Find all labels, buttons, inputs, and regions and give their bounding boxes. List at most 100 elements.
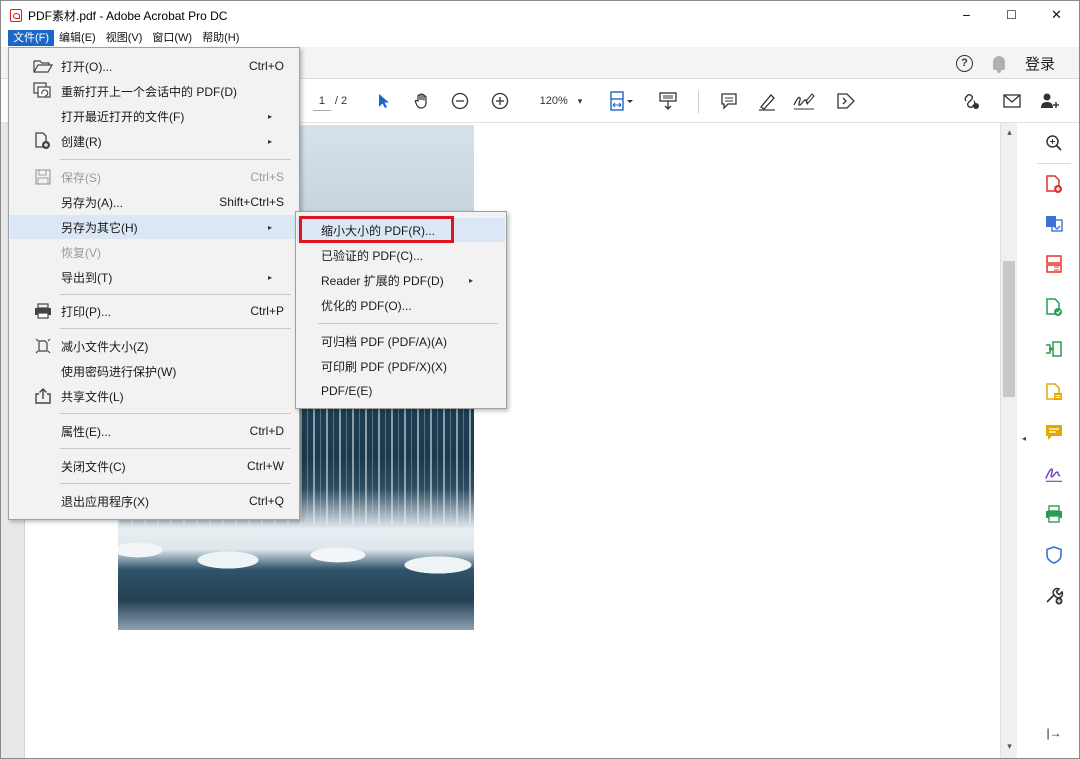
- close-button[interactable]: ✕: [1034, 1, 1079, 29]
- scrollbar-thumb[interactable]: [1003, 261, 1015, 397]
- acrobat-app-icon: [10, 8, 22, 22]
- zoom-search-icon[interactable]: [1044, 133, 1064, 153]
- window-controls: − ☐ ✕: [944, 1, 1079, 29]
- snow-texture: [118, 530, 474, 590]
- select-tool-icon[interactable]: [373, 79, 395, 123]
- toolbar-separator: [698, 91, 699, 113]
- scroll-down-icon[interactable]: ▾: [1001, 741, 1018, 755]
- minimize-button[interactable]: −: [944, 1, 989, 29]
- submenu-reader-extended-pdf[interactable]: Reader 扩展的 PDF(D) ▸: [297, 268, 505, 292]
- comment-tool-icon[interactable]: [1044, 422, 1064, 442]
- menu-bar: 文件(F) 编辑(E) 视图(V) 窗口(W) 帮助(H): [1, 29, 1079, 47]
- compress-icon: [33, 337, 53, 355]
- menu-revert[interactable]: 恢复(V): [10, 240, 298, 264]
- save-disk-icon: [33, 168, 53, 186]
- menu-save-as[interactable]: 另存为(A)... Shift+Ctrl+S: [10, 190, 298, 214]
- zoom-out-icon[interactable]: [449, 79, 471, 123]
- submenu-certified-pdf[interactable]: 已验证的 PDF(C)...: [297, 243, 505, 267]
- submenu-archivable-pdf[interactable]: 可归档 PDF (PDF/A)(A): [297, 329, 505, 353]
- current-page-input[interactable]: 1: [312, 91, 331, 111]
- submenu-optimized-pdf[interactable]: 优化的 PDF(O)...: [297, 293, 505, 317]
- zoom-level-value: 120%: [539, 95, 568, 107]
- submenu-pdf-e[interactable]: PDF/E(E): [297, 379, 505, 403]
- submenu-arrow-icon: ▸: [267, 272, 272, 282]
- edit-pdf-icon[interactable]: [1044, 297, 1064, 317]
- organize-pages-icon[interactable]: [1044, 254, 1064, 274]
- menu-separator: [60, 159, 291, 160]
- hand-tool-icon[interactable]: [411, 79, 433, 123]
- menu-separator: [60, 483, 291, 484]
- link-icon[interactable]: [957, 79, 983, 123]
- zoom-level-dropdown[interactable]: 120% ▾: [531, 79, 591, 123]
- folder-open-icon: [33, 57, 53, 75]
- menu-password-protect[interactable]: 使用密码进行保护(W): [10, 359, 298, 383]
- highlight-pen-icon[interactable]: [755, 79, 779, 123]
- menu-file[interactable]: 文件(F): [8, 30, 55, 46]
- menu-window[interactable]: 窗口(W): [147, 30, 197, 46]
- vertical-scrollbar[interactable]: ▴ ▾: [1000, 123, 1018, 758]
- menu-save-as-other[interactable]: 另存为其它(H) ▸: [10, 215, 298, 239]
- combine-files-icon[interactable]: [1044, 339, 1064, 359]
- maximize-button[interactable]: ☐: [989, 1, 1034, 29]
- menu-close-file[interactable]: 关闭文件(C) Ctrl+W: [10, 454, 298, 478]
- submenu-arrow-icon: ▸: [267, 222, 272, 232]
- title-bar: PDF素材.pdf - Adobe Acrobat Pro DC − ☐ ✕: [1, 1, 1079, 29]
- scroll-up-icon[interactable]: ▴: [1001, 127, 1018, 141]
- email-icon[interactable]: [999, 79, 1025, 123]
- print-production-icon[interactable]: [1044, 504, 1064, 524]
- menu-view[interactable]: 视图(V): [101, 30, 148, 46]
- menu-edit[interactable]: 编辑(E): [54, 30, 101, 46]
- submenu-printable-pdf[interactable]: 可印刷 PDF (PDF/X)(X): [297, 354, 505, 378]
- comment-icon[interactable]: [717, 79, 741, 123]
- notification-bell-icon[interactable]: [992, 56, 1005, 73]
- chevron-down-icon: ▾: [577, 95, 583, 106]
- submenu-reduced-size-pdf[interactable]: 缩小大小的 PDF(R)...: [297, 218, 505, 242]
- collapse-panel-icon[interactable]: ◂: [1017, 429, 1031, 447]
- login-link[interactable]: 登录: [1025, 53, 1055, 74]
- menu-help[interactable]: 帮助(H): [197, 30, 244, 46]
- submenu-arrow-icon: ▸: [267, 111, 272, 121]
- menu-separator: [60, 413, 291, 414]
- menu-reduce-file-size[interactable]: 减小文件大小(Z): [10, 334, 298, 358]
- reopen-session-icon: [33, 82, 53, 100]
- menu-save[interactable]: 保存(S) Ctrl+S: [10, 165, 298, 189]
- page-number-box: 1 / 2: [306, 79, 354, 123]
- more-tools-icon[interactable]: [1044, 586, 1064, 606]
- menu-reopen-session[interactable]: 重新打开上一个会话中的 PDF(D): [10, 79, 298, 103]
- create-pdf-small-icon: [33, 132, 53, 150]
- printer-icon: [33, 302, 53, 320]
- menu-properties[interactable]: 属性(E)... Ctrl+D: [10, 419, 298, 443]
- menu-print[interactable]: 打印(P)... Ctrl+P: [10, 299, 298, 323]
- share-upload-icon: [33, 387, 53, 405]
- request-signature-icon[interactable]: [1044, 464, 1064, 484]
- collapse-right-panel-icon[interactable]: |→: [1044, 723, 1064, 743]
- menu-open[interactable]: 打开(O)... Ctrl+O: [10, 54, 298, 78]
- save-as-other-submenu: 缩小大小的 PDF(R)... 已验证的 PDF(C)... Reader 扩展…: [295, 211, 507, 409]
- menu-separator: [60, 448, 291, 449]
- menu-separator: [60, 294, 291, 295]
- zoom-in-icon[interactable]: [489, 79, 511, 123]
- total-pages: / 2: [334, 95, 348, 107]
- export-pdf-icon[interactable]: [1044, 214, 1064, 234]
- submenu-arrow-icon: ▸: [267, 136, 272, 146]
- fill-sign-icon[interactable]: [1044, 382, 1064, 402]
- menu-create[interactable]: 创建(R) ▸: [10, 129, 298, 153]
- sign-icon[interactable]: [791, 79, 817, 123]
- menu-separator: [318, 323, 498, 324]
- add-user-icon[interactable]: [1037, 79, 1063, 123]
- help-icon[interactable]: ?: [955, 54, 973, 72]
- menu-share-file[interactable]: 共享文件(L): [10, 384, 298, 408]
- menu-exit[interactable]: 退出应用程序(X) Ctrl+Q: [10, 489, 298, 513]
- acrobat-window: PDF素材.pdf - Adobe Acrobat Pro DC − ☐ ✕ 文…: [0, 0, 1080, 759]
- fit-page-icon[interactable]: [607, 79, 637, 123]
- share-tag-icon[interactable]: [833, 79, 859, 123]
- panel-divider: [1037, 163, 1071, 164]
- menu-export-to[interactable]: 导出到(T) ▸: [10, 265, 298, 289]
- scrolling-mode-icon[interactable]: [656, 79, 680, 123]
- window-title: PDF素材.pdf - Adobe Acrobat Pro DC: [28, 8, 228, 23]
- submenu-arrow-icon: ▸: [468, 275, 473, 285]
- menu-separator: [60, 328, 291, 329]
- protect-shield-icon[interactable]: [1044, 545, 1064, 565]
- create-pdf-icon[interactable]: [1044, 174, 1064, 194]
- menu-open-recent[interactable]: 打开最近打开的文件(F) ▸: [10, 104, 298, 128]
